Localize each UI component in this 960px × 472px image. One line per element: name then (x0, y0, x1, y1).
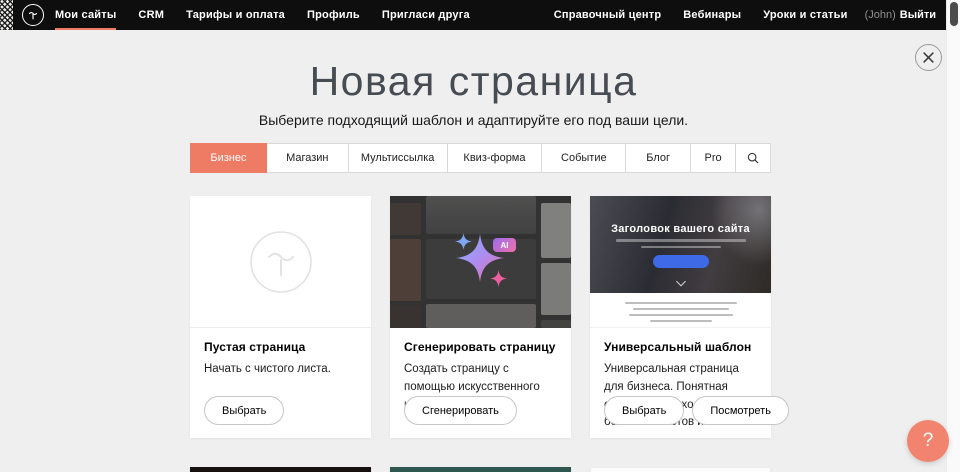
tilda-logo-icon[interactable] (22, 4, 44, 26)
tab-search[interactable] (736, 144, 770, 172)
preview-button[interactable]: Посмотреть (692, 396, 789, 425)
ai-badge: AI (493, 238, 516, 252)
topbar-nav-left: Мои сайты CRM Тарифы и оплата Профиль Пр… (44, 0, 481, 30)
nav-help-center[interactable]: Справочный центр (543, 0, 673, 30)
card-buttons: Выбрать Посмотреть (604, 396, 789, 425)
blank-page-preview (190, 196, 371, 328)
ai-preview: AI (390, 196, 571, 328)
account-area: (John) Выйти (859, 9, 946, 21)
template-text-bar (616, 239, 746, 242)
tab-quiz-form[interactable]: Квиз-форма (448, 144, 543, 172)
tab-multilink[interactable]: Мультиссылка (349, 144, 448, 172)
card-title: Универсальный шаблон (604, 340, 757, 354)
woven-pattern-strip (0, 0, 13, 30)
choose-button[interactable]: Выбрать (604, 396, 684, 425)
page-title: Новая страница (0, 58, 947, 105)
tab-business[interactable]: Бизнес (190, 143, 267, 173)
template-cards-row-2 (190, 467, 771, 472)
card-generate-ai[interactable]: AI Сгенерировать страницу Создать страни… (390, 196, 571, 438)
card-title: Сгенерировать страницу (404, 340, 557, 354)
nav-my-sites[interactable]: Мои сайты (44, 0, 127, 30)
scrollbar-thumb[interactable] (950, 2, 958, 26)
template-text-bar (650, 320, 712, 322)
nav-invite-friend[interactable]: Пригласи друга (371, 0, 481, 30)
help-button[interactable]: ? (907, 420, 949, 462)
universal-template-preview: Заголовок вашего сайта (590, 196, 771, 328)
card-stub-teal[interactable] (390, 467, 571, 472)
card-universal-template[interactable]: Заголовок вашего сайта Универсальный шаб… (590, 196, 771, 438)
card-stub-dark[interactable] (190, 467, 371, 472)
card-buttons: Выбрать (204, 396, 284, 425)
card-description: Начать с чистого листа. (204, 361, 357, 379)
card-stub-light[interactable] (590, 467, 771, 472)
template-text-bar (629, 314, 733, 316)
template-text-bar (641, 246, 721, 249)
card-buttons: Сгенерировать (404, 396, 517, 425)
topbar-nav-right: Справочный центр Вебинары Уроки и статьи… (543, 0, 946, 30)
tab-pro[interactable]: Pro (691, 144, 736, 172)
chevron-down-icon (676, 277, 686, 287)
generate-button[interactable]: Сгенерировать (404, 396, 517, 425)
tab-event[interactable]: Событие (542, 144, 626, 172)
nav-crm[interactable]: CRM (127, 0, 175, 30)
nav-webinars[interactable]: Вебинары (672, 0, 752, 30)
nav-profile[interactable]: Профиль (296, 0, 371, 30)
scrollbar[interactable] (946, 0, 960, 472)
topbar: Мои сайты CRM Тарифы и оплата Профиль Пр… (13, 0, 946, 30)
template-cards-row: Пустая страница Начать с чистого листа. … (190, 196, 771, 438)
tab-shop[interactable]: Магазин (267, 144, 349, 172)
tilda-watermark-icon (249, 230, 313, 294)
ai-sparkle-small-bottom-icon (490, 270, 507, 287)
nav-pricing[interactable]: Тарифы и оплата (175, 0, 296, 30)
ai-sparkle-small-top-icon (455, 233, 472, 250)
search-icon (747, 152, 759, 164)
template-text-bar (633, 308, 729, 310)
card-title: Пустая страница (204, 340, 357, 354)
card-blank-page[interactable]: Пустая страница Начать с чистого листа. … (190, 196, 371, 438)
template-text-section (590, 293, 771, 328)
logout-link[interactable]: Выйти (900, 9, 936, 21)
tab-blog[interactable]: Блог (626, 144, 691, 172)
template-hero-button (653, 255, 709, 268)
nav-lessons[interactable]: Уроки и статьи (752, 0, 858, 30)
template-hero: Заголовок вашего сайта (590, 196, 771, 293)
template-text-bar (625, 302, 737, 304)
page-subtitle: Выберите подходящий шаблон и адаптируйте… (0, 112, 947, 128)
template-category-tabs: Бизнес Магазин Мультиссылка Квиз-форма С… (190, 143, 771, 173)
user-name: (John) (865, 9, 896, 21)
template-hero-title: Заголовок вашего сайта (590, 196, 771, 235)
card-body: Пустая страница Начать с чистого листа. (190, 328, 371, 379)
choose-button[interactable]: Выбрать (204, 396, 284, 425)
